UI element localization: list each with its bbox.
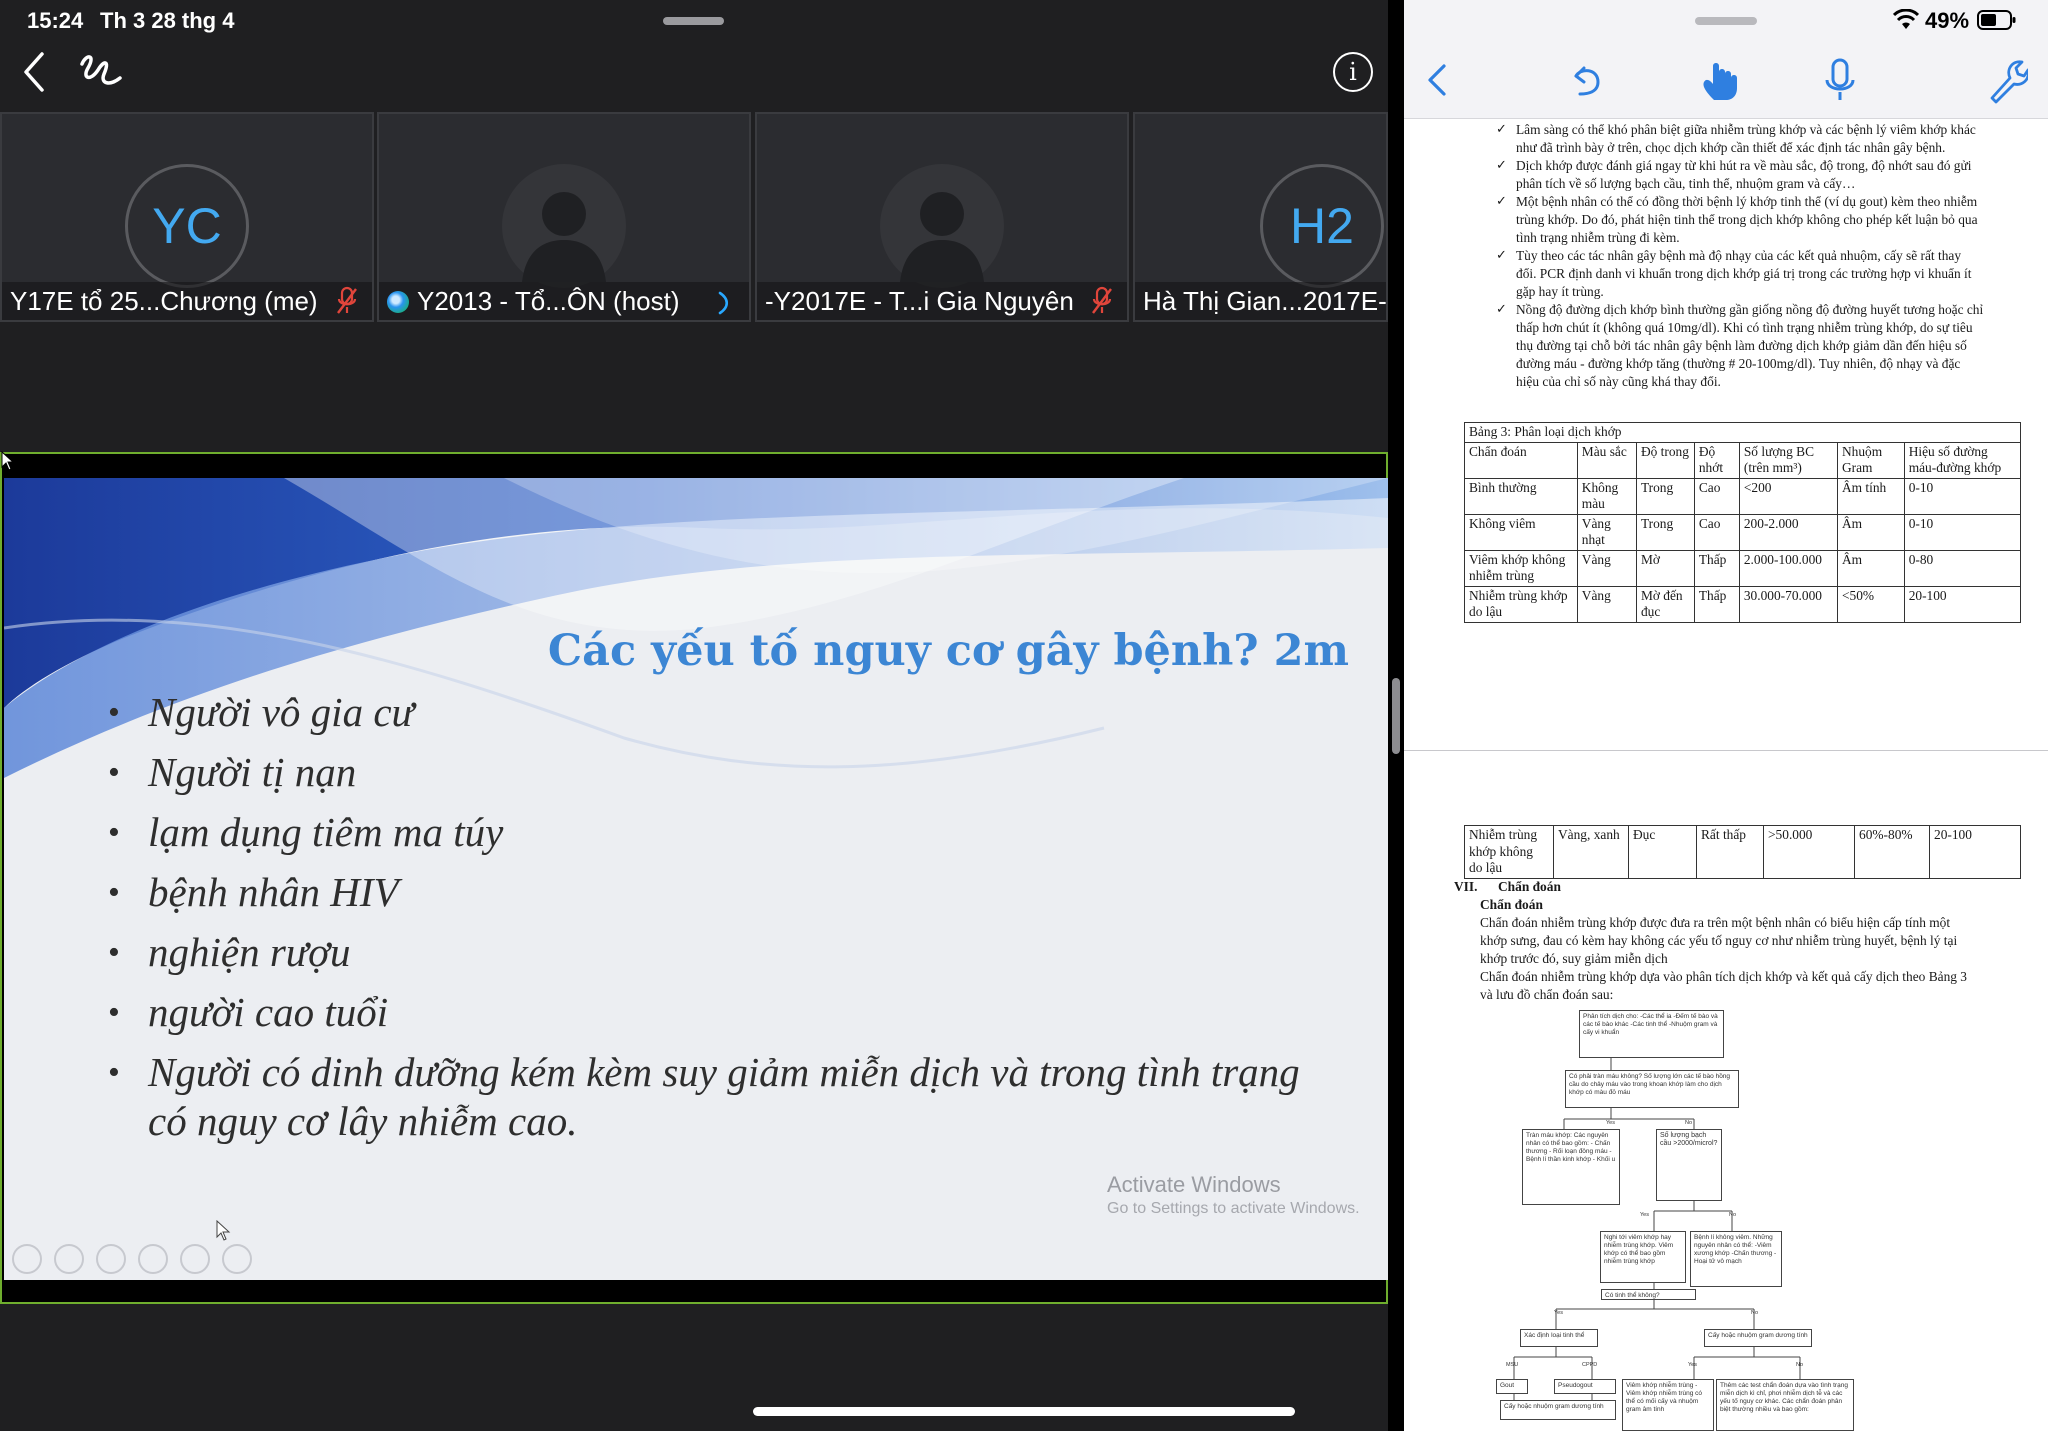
participant-name-bar: Y17E tổ 25...Chương (me) xyxy=(2,282,372,320)
participant-strip: YC Y17E tổ 25...Chương (me) Y2013 - Tổ..… xyxy=(0,112,1388,324)
slide-title: Các yếu tố nguy cơ gây bệnh? 2m xyxy=(547,626,1349,676)
participant-tile[interactable]: YC Y17E tổ 25...Chương (me) xyxy=(0,112,374,322)
slides-grid-icon[interactable] xyxy=(138,1244,168,1274)
previous-slide-icon[interactable] xyxy=(12,1244,42,1274)
flowchart-label: No xyxy=(1751,1310,1759,1316)
slide-bullet: bệnh nhân HIV xyxy=(108,868,1348,917)
zoom-meeting-pane: 15:24 Th 3 28 thg 4 i YC Y17E tổ 25...Ch… xyxy=(0,0,1388,1431)
flowchart-box: Thêm các test chẩn đoán dựa vào tình trạ… xyxy=(1716,1379,1854,1431)
mouse-cursor-icon xyxy=(216,1219,232,1247)
zoom-app-icon xyxy=(387,291,409,313)
flowchart-box: Cấy hoặc nhuộm gram dương tính xyxy=(1704,1329,1812,1347)
status-bar: 15:24 Th 3 28 thg 4 xyxy=(0,0,1388,40)
annotate-icon[interactable] xyxy=(76,48,126,96)
flowchart-label: No xyxy=(1729,1212,1737,1218)
hand-touch-icon[interactable] xyxy=(1696,56,1748,104)
undo-icon[interactable] xyxy=(1564,56,1608,104)
multitasking-grabber[interactable] xyxy=(1695,17,1757,25)
flowchart-box: Số lượng bạch cầu >2000/microl? xyxy=(1656,1129,1722,1201)
info-icon[interactable]: i xyxy=(1333,52,1373,92)
zoom-icon[interactable] xyxy=(180,1244,210,1274)
presentation-slide: Các yếu tố nguy cơ gây bệnh? 2m Người vô… xyxy=(4,478,1388,1280)
document-toolbar: 49% xyxy=(1404,0,2048,119)
flowchart-box: Xác định loại tinh thể xyxy=(1520,1329,1598,1347)
participant-name: Hà Thị Gian...2017E- xyxy=(1143,286,1386,316)
chevron-left-icon[interactable] xyxy=(14,48,54,96)
slide-bullet: người cao tuổi xyxy=(108,988,1348,1037)
slide-bullet: Người có dinh dưỡng kém kèm suy giảm miễ… xyxy=(108,1048,1348,1146)
participant-tile[interactable]: -Y2017E - T...i Gia Nguyên xyxy=(755,112,1129,322)
flowchart-label: Yes xyxy=(1606,1120,1615,1126)
flowchart-box: Pseudogout xyxy=(1554,1379,1616,1394)
slide-bullet: Người vô gia cư xyxy=(108,688,1348,737)
flowchart-box: Cấy hoặc nhuộm gram dương tính xyxy=(1500,1400,1616,1420)
avatar: H2 xyxy=(1260,164,1384,288)
activate-windows-subtitle: Go to Settings to activate Windows. xyxy=(1107,1200,1360,1217)
participant-name-bar: Hà Thị Gian...2017E- xyxy=(1135,282,1386,320)
participant-tile[interactable]: Y2013 - Tổ...ÔN (host) xyxy=(377,112,751,322)
flowchart-box: Bệnh lí không viêm. Những nguyên nhân có… xyxy=(1690,1231,1782,1287)
shared-screen[interactable]: Các yếu tố nguy cơ gây bệnh? 2m Người vô… xyxy=(0,452,1388,1304)
activate-windows-watermark: Activate Windows xyxy=(1107,1172,1281,1197)
flowchart-label: Yes xyxy=(1688,1362,1697,1368)
wrench-icon[interactable] xyxy=(1984,56,2030,104)
flowchart-box: Nghi tới viêm khớp hay nhiễm trùng khớp.… xyxy=(1600,1231,1686,1283)
flowchart-box: Có tinh thể không? xyxy=(1601,1289,1696,1300)
slide-bullet: nghiện rượu xyxy=(108,928,1348,977)
flowchart-label: MSU xyxy=(1506,1362,1519,1368)
participant-name-bar: Y2013 - Tổ...ÔN (host) xyxy=(379,282,749,320)
microphone-icon[interactable] xyxy=(1818,56,1862,104)
mouse-cursor-icon xyxy=(1,450,15,476)
participant-name-bar: -Y2017E - T...i Gia Nguyên xyxy=(757,282,1127,320)
home-indicator[interactable] xyxy=(753,1407,1295,1416)
flowchart-label: CPPD xyxy=(1582,1362,1598,1368)
status-time: 15:24 xyxy=(27,8,84,33)
battery-percent: 49% xyxy=(1925,8,1970,33)
flowchart-label: No xyxy=(1796,1362,1804,1368)
document-page[interactable]: Lâm sàng có thể khó phân biệt giữa nhiễm… xyxy=(1404,119,2048,1431)
wifi-icon xyxy=(1892,8,1920,31)
participant-name: -Y2017E - T...i Gia Nguyên xyxy=(765,286,1074,316)
flowchart-box: Phân tích dịch cho: -Các thể ia -Đếm tế … xyxy=(1579,1010,1724,1058)
split-view-divider[interactable] xyxy=(1392,678,1400,754)
flowchart-label: Yes xyxy=(1554,1310,1563,1316)
status-date: Th 3 28 thg 4 xyxy=(100,8,235,33)
battery-icon xyxy=(1977,9,2017,31)
flowchart-label: Yes xyxy=(1640,1212,1649,1218)
slide-bullet: Người tị nạn xyxy=(108,748,1348,797)
chevron-left-icon[interactable] xyxy=(1418,56,1462,104)
more-options-icon[interactable] xyxy=(222,1244,252,1274)
muted-mic-icon xyxy=(1091,286,1113,316)
multitasking-grabber[interactable] xyxy=(663,17,724,25)
muted-mic-icon xyxy=(336,286,358,316)
avatar: YC xyxy=(125,164,249,288)
next-slide-icon[interactable] xyxy=(54,1244,84,1274)
default-avatar-icon xyxy=(502,164,626,288)
participant-tile[interactable]: H2 Hà Thị Gian...2017E- xyxy=(1133,112,1388,322)
participant-name: Y2013 - Tổ...ÔN (host) xyxy=(417,286,680,316)
flowchart-label: No xyxy=(1685,1120,1693,1126)
slide-bullet: lạm dụng tiêm ma túy xyxy=(108,808,1348,857)
speaking-audio-icon xyxy=(717,288,731,315)
pen-icon[interactable] xyxy=(96,1244,126,1274)
default-avatar-icon xyxy=(880,164,1004,288)
document-viewer-pane: 49% Lâm sàng có thể khó phân biệt giữa n… xyxy=(1404,0,2048,1431)
flowchart-box: Viêm khớp nhiễm trùng -Viêm khớp nhiễm t… xyxy=(1622,1379,1714,1431)
flowchart-box: Gout xyxy=(1496,1379,1528,1394)
flowchart-box: Có phải tràn máu không? Số lượng lớn các… xyxy=(1565,1070,1739,1108)
flowchart-box: Tràn máu khớp: Các nguyên nhân có thể ba… xyxy=(1522,1129,1620,1205)
slide-bullet-list: Người vô gia cư Người tị nạn lạm dụng ti… xyxy=(108,688,1348,1157)
participant-name: Y17E tổ 25...Chương (me) xyxy=(10,286,318,316)
